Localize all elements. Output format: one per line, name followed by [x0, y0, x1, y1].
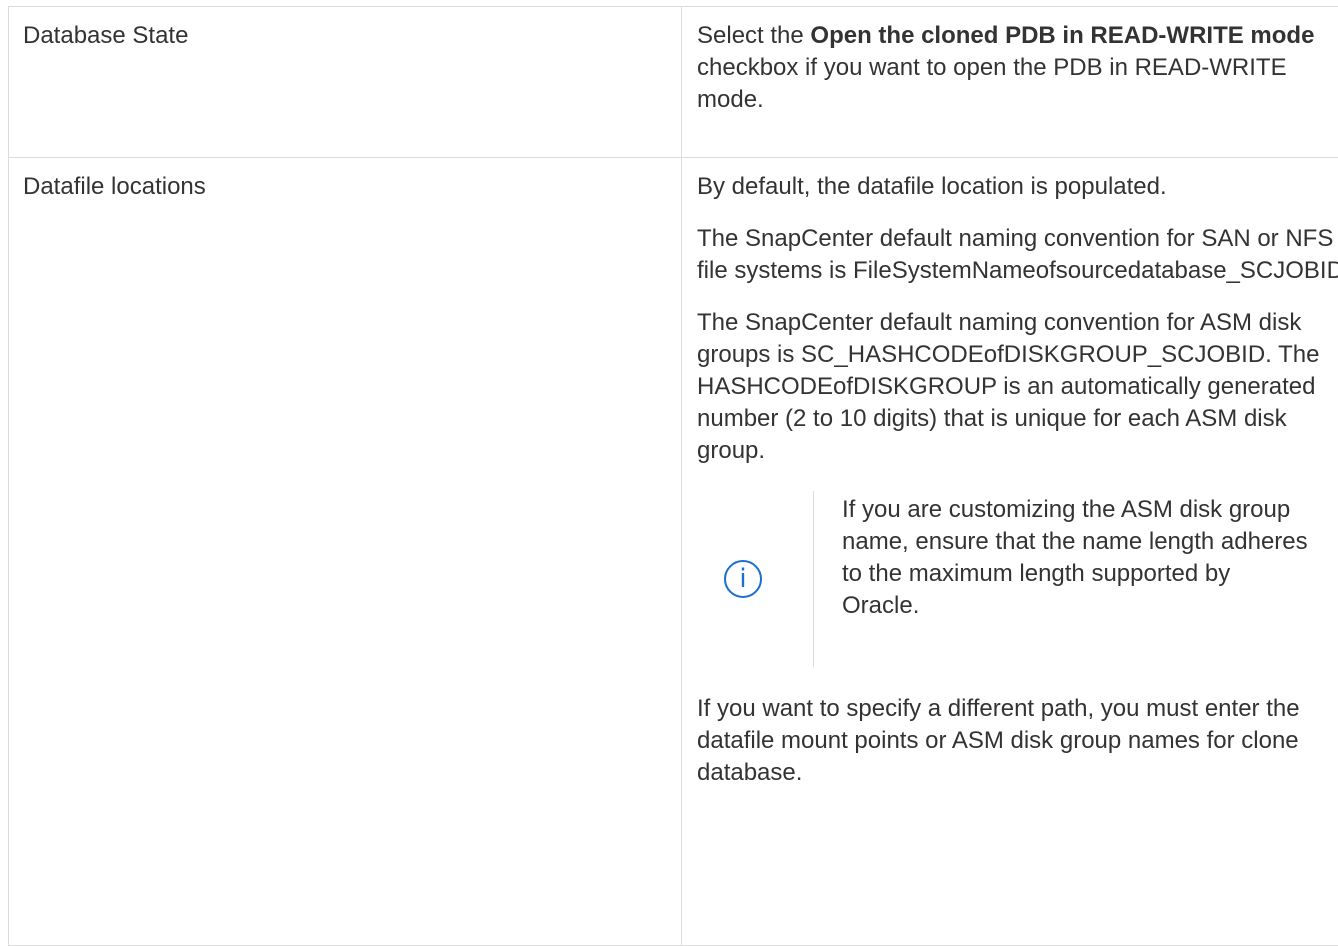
info-note: i If you are customizing the ASM disk gr…: [697, 491, 1338, 667]
table-row: Database State Select the Open the clone…: [9, 7, 1338, 158]
field-name-cell: Database State: [9, 7, 682, 158]
paragraph-san-nfs-naming: The SnapCenter default naming convention…: [697, 223, 1338, 287]
description-prefix: Select the: [697, 22, 810, 49]
description-suffix: checkbox if you want to open the PDB in …: [697, 54, 1287, 113]
checkbox-option-name: Open the cloned PDB in READ-WRITE mode: [810, 22, 1314, 49]
note-icon-column: i: [697, 491, 814, 667]
table-row: Datafile locations By default, the dataf…: [9, 158, 1338, 946]
paragraph-asm-naming: The SnapCenter default naming convention…: [697, 307, 1338, 467]
field-name: Database State: [23, 22, 188, 49]
field-description: Select the Open the cloned PDB in READ-W…: [697, 20, 1338, 116]
field-description-cell: Select the Open the cloned PDB in READ-W…: [682, 7, 1338, 158]
settings-table: Database State Select the Open the clone…: [8, 6, 1338, 946]
field-description-cell: By default, the datafile location is pop…: [682, 158, 1338, 946]
paragraph-custom-path: If you want to specify a different path,…: [697, 693, 1338, 789]
note-text: If you are customizing the ASM disk grou…: [842, 491, 1312, 667]
paragraph-default-location: By default, the datafile location is pop…: [697, 171, 1338, 203]
field-name-cell: Datafile locations: [9, 158, 682, 946]
field-name: Datafile locations: [23, 173, 206, 200]
info-icon: i: [724, 560, 762, 598]
